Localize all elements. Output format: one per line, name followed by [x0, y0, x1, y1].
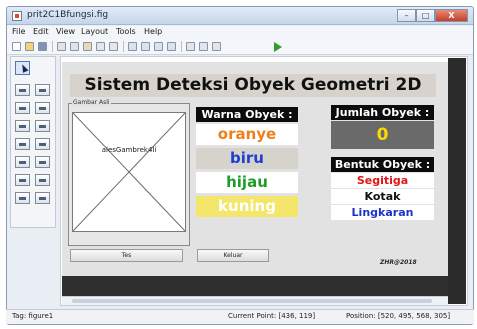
static-text-icon[interactable] — [35, 120, 50, 132]
shape-circle-text[interactable]: Lingkaran — [331, 205, 434, 220]
redo-icon[interactable] — [109, 42, 118, 51]
color-green-text[interactable]: hijau — [196, 172, 298, 193]
horizontal-scrollbar[interactable] — [62, 296, 448, 305]
app-title[interactable]: Sistem Deteksi Obyek Geometri 2D — [70, 74, 436, 97]
editor-icon[interactable] — [186, 42, 195, 51]
menu-edit[interactable]: Edit — [33, 27, 49, 36]
count-value[interactable]: 0 — [331, 121, 434, 149]
menu-editor-icon[interactable] — [141, 42, 150, 51]
slider-icon[interactable] — [35, 84, 50, 96]
count-header[interactable]: Jumlah Obyek : — [331, 105, 434, 120]
shape-triangle-text[interactable]: Segitiga — [331, 173, 434, 188]
checkbox-icon[interactable] — [35, 102, 50, 114]
color-header[interactable]: Warna Obyek : — [196, 107, 298, 122]
signature-text[interactable]: ZHR@2018 — [380, 259, 417, 266]
window-controls: – □ X — [397, 9, 469, 22]
color-blue-text[interactable]: biru — [196, 148, 298, 169]
cut-icon[interactable] — [57, 42, 66, 51]
activex-icon[interactable] — [35, 192, 50, 204]
button-group-icon[interactable] — [15, 192, 30, 204]
component-palette — [10, 56, 56, 228]
image-axes[interactable] — [72, 112, 186, 232]
popup-menu-icon[interactable] — [15, 138, 30, 150]
listbox-icon[interactable] — [35, 138, 50, 150]
canvas-border-bottom — [62, 276, 448, 296]
shape-header[interactable]: Bentuk Obyek : — [331, 157, 434, 172]
toolbar-separator — [181, 41, 182, 52]
tab-order-icon[interactable] — [154, 42, 163, 51]
panel-icon[interactable] — [35, 174, 50, 186]
window-title: prit2C1Bfungsi.fig — [27, 10, 109, 20]
status-tag: Tag: figure1 — [12, 312, 54, 320]
axes-placeholder-cross — [73, 113, 185, 231]
toolbar-separator — [123, 41, 124, 52]
menu-layout[interactable]: Layout — [81, 27, 108, 36]
table-icon[interactable] — [35, 156, 50, 168]
toggle-button-icon[interactable] — [15, 156, 30, 168]
shape-square-text[interactable]: Kotak — [331, 189, 434, 204]
toolbar — [7, 39, 473, 55]
title-bar: prit2C1Bfungsi.fig – □ X — [7, 7, 473, 25]
radio-button-icon[interactable] — [15, 102, 30, 114]
canvas-border-right — [448, 58, 466, 304]
pointer-icon[interactable] — [15, 61, 30, 75]
menu-bar: File Edit View Layout Tools Help — [7, 26, 473, 39]
open-icon[interactable] — [25, 42, 34, 51]
maximize-button[interactable]: □ — [416, 9, 435, 22]
minimize-button[interactable]: – — [397, 9, 416, 22]
align-icon[interactable] — [128, 42, 137, 51]
close-button[interactable]: X — [435, 9, 468, 22]
axes-tag-label: alesGambrek4li — [101, 146, 157, 154]
run-icon[interactable] — [274, 42, 282, 52]
toolbar-editor-icon[interactable] — [167, 42, 176, 51]
matlab-figure-icon — [12, 11, 22, 21]
copy-icon[interactable] — [70, 42, 79, 51]
menu-help[interactable]: Help — [144, 27, 162, 36]
menu-file[interactable]: File — [12, 27, 25, 36]
undo-icon[interactable] — [96, 42, 105, 51]
property-inspector-icon[interactable] — [199, 42, 208, 51]
test-button[interactable]: Tes — [70, 249, 183, 262]
paste-icon[interactable] — [83, 42, 92, 51]
image-panel-label: Gambar Asli — [72, 99, 111, 106]
save-icon[interactable] — [38, 42, 47, 51]
edit-text-icon[interactable] — [15, 120, 30, 132]
menu-view[interactable]: View — [56, 27, 75, 36]
exit-button[interactable]: Keluar — [197, 249, 269, 262]
color-orange-text[interactable]: oranye — [196, 124, 298, 145]
status-current-point: Current Point: [436, 119] — [228, 312, 316, 320]
status-position: Position: [520, 495, 568, 305] — [346, 312, 451, 320]
new-icon[interactable] — [12, 42, 21, 51]
toolbar-separator — [52, 41, 53, 52]
object-browser-icon[interactable] — [212, 42, 221, 51]
axes-icon[interactable] — [15, 174, 30, 186]
menu-tools[interactable]: Tools — [116, 27, 136, 36]
scrollbar-thumb[interactable] — [72, 299, 432, 303]
push-button-icon[interactable] — [15, 84, 30, 96]
color-yellow-text[interactable]: kuning — [196, 196, 298, 217]
